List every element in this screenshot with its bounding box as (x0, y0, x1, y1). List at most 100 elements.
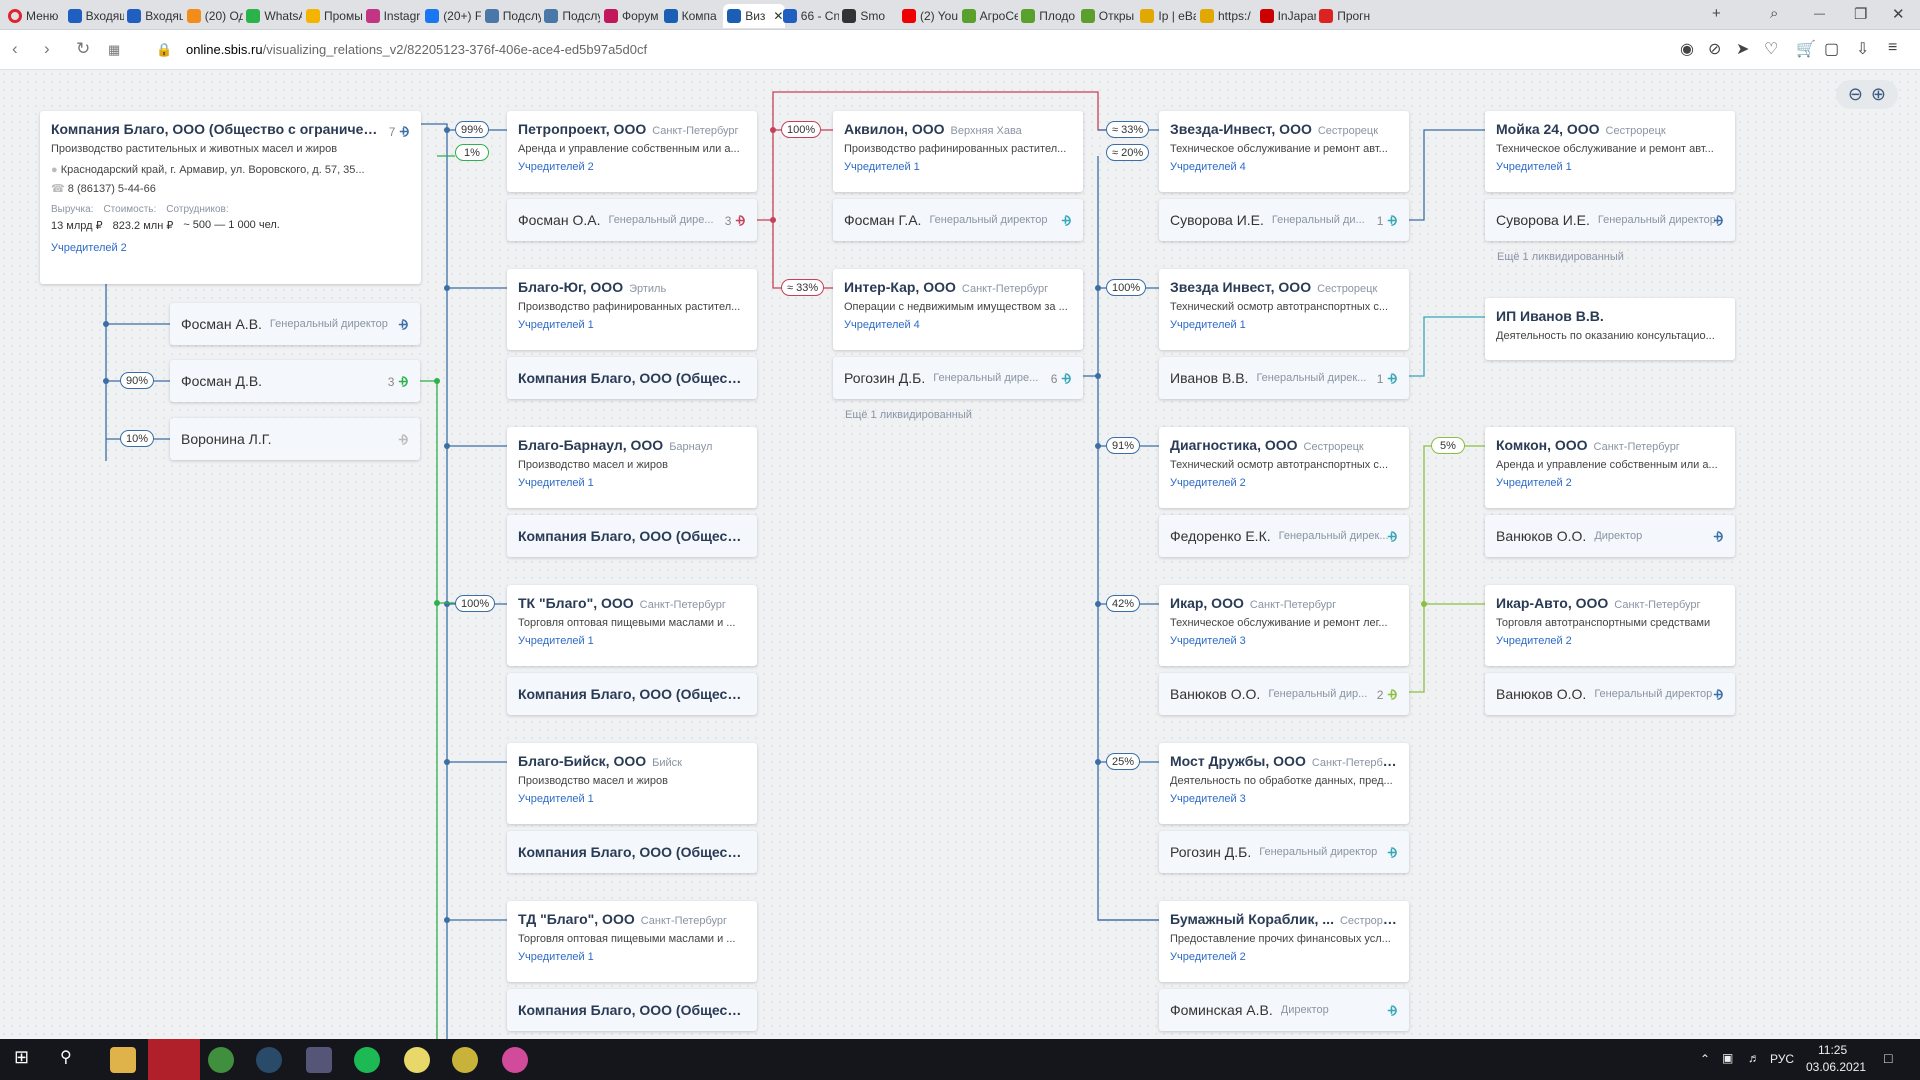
parent-company-name[interactable]: Компания Благо, ООО (Обществ... (518, 1002, 746, 1018)
company-name[interactable]: Благо-Бийск, ООО Бийск (518, 753, 746, 769)
calculator-icon[interactable] (306, 1047, 332, 1073)
person-card[interactable]: Фосман А.В. Генеральный директор ⨮ (170, 303, 420, 345)
chrome-icon[interactable] (208, 1047, 234, 1073)
founders-link[interactable]: Учредителей 2 (1496, 635, 1724, 647)
company-card[interactable]: Благо-Бийск, ООО Бийск Производство масел … (507, 743, 757, 824)
person-name[interactable]: Фосман А.В. (181, 316, 262, 332)
windows-start-icon[interactable]: ⊞ (14, 1047, 40, 1073)
company-card[interactable]: Комкон, ООО Санкт-Петербург Аренда и управ… (1485, 427, 1735, 508)
company-card[interactable]: Звезда-Инвест, ООО Сестрорецк Техническое … (1159, 111, 1409, 192)
minimize-icon[interactable]: — (1814, 8, 1825, 20)
parent-company-card[interactable]: Компания Благо, ООО (Обществ... (507, 989, 757, 1031)
browser-tab[interactable]: https:/ (1200, 4, 1256, 28)
person-name[interactable]: Воронина Л.Г. (181, 431, 272, 447)
company-name[interactable]: ТК "Благо", ООО Санкт-Петербург (518, 595, 746, 611)
parent-company-card[interactable]: Компания Благо, ООО (Обществ... (507, 357, 757, 399)
share-icon[interactable]: ⨮ (735, 212, 745, 229)
parent-company-card[interactable]: Компания Благо, ООО (Обществ... (507, 673, 757, 715)
company-name[interactable]: Диагностика, ООО Сестрорецк (1170, 437, 1398, 453)
forward-icon[interactable]: › (44, 39, 50, 59)
liquidated-note[interactable]: Ещё 1 ликвидированный (1497, 251, 1624, 263)
clock-time[interactable]: 11:25 (1818, 1043, 1847, 1057)
browser-tab[interactable]: Форум (604, 4, 660, 28)
browser-tab[interactable]: Промы (306, 4, 362, 28)
person-name[interactable]: Фосман Г.А. (844, 212, 921, 228)
browser-tab[interactable]: Компа (663, 4, 720, 28)
person-name[interactable]: Иванов В.В. (1170, 370, 1248, 386)
volume-icon[interactable]: ♬ (1748, 1051, 1760, 1065)
company-name[interactable]: Петропроект, ООО Санкт-Петербург (518, 121, 746, 137)
browser-tab[interactable]: Smo (842, 4, 898, 28)
browser-tab[interactable]: Подслу (544, 4, 600, 28)
person-card[interactable]: Фосман Д.В. 3 ⨮ (170, 360, 420, 402)
founders-link[interactable]: Учредителей 4 (1170, 161, 1398, 173)
browser-tab[interactable]: (20+) F (425, 4, 481, 28)
share-icon[interactable]: ⨮ (1713, 686, 1723, 703)
company-card[interactable]: Аквилон, ООО Верхняя Хава Производство раф… (833, 111, 1083, 192)
browser-tab[interactable]: Виз ✕ (723, 4, 786, 28)
browser-tab[interactable]: Входящ (67, 4, 124, 28)
camera-icon[interactable]: ◉ (1680, 39, 1694, 59)
browser-tab[interactable]: Откры (1080, 4, 1137, 28)
founders-link[interactable]: Учредителей 1 (1170, 319, 1398, 331)
share-icon[interactable]: ⨮ (1713, 212, 1723, 229)
browser-tab[interactable]: 66 - Cn (782, 4, 839, 28)
person-name[interactable]: Федоренко Е.К. (1170, 528, 1271, 544)
company-card[interactable]: ТК "Благо", ООО Санкт-Петербург Торговля о… (507, 585, 757, 666)
company-card[interactable]: Бумажный Кораблик, ... Сестрорецк Предоста… (1159, 901, 1409, 982)
language-indicator[interactable]: РУС (1770, 1052, 1794, 1066)
browser-tab[interactable]: Instagr (365, 4, 422, 28)
root-company-card[interactable]: Компания Благо, ООО (Общество с ограниче… (40, 111, 421, 284)
person-name[interactable]: Фосман О.А. (518, 212, 600, 228)
person-name[interactable]: Суворова И.Е. (1170, 212, 1264, 228)
person-card[interactable]: Суворова И.Е. Генеральный ди... 1 ⨮ (1159, 199, 1409, 241)
tray-arrow-icon[interactable]: ⌃ (1700, 1052, 1710, 1066)
new-tab-icon[interactable]: + (1712, 5, 1721, 22)
download-icon[interactable]: ⇩ (1856, 39, 1869, 59)
person-name[interactable]: Ванюков О.О. (1170, 686, 1260, 702)
person-card[interactable]: Ванюков О.О. Директор ⨮ (1485, 515, 1735, 557)
search-icon[interactable]: ⚲ (60, 1047, 86, 1073)
company-name[interactable]: Комкон, ООО Санкт-Петербург (1496, 437, 1724, 453)
parent-company-card[interactable]: Компания Благо, ООО (Обществ... (507, 515, 757, 557)
company-card[interactable]: Благо-Барнаул, ООО Барнаул Производство ма… (507, 427, 757, 508)
browser-tab[interactable]: Прогн (1319, 4, 1375, 28)
browser-tab[interactable]: Ip | eBa (1140, 4, 1196, 28)
root-company-name[interactable]: Компания Благо, ООО (Общество с ограниче… (51, 121, 381, 137)
browser-tab[interactable]: InJapan (1259, 4, 1316, 28)
founders-link[interactable]: Учредителей 4 (844, 319, 1072, 331)
send-icon[interactable]: ➤ (1736, 39, 1749, 59)
founders-link[interactable]: Учредителей 2 (1170, 477, 1398, 489)
share-icon[interactable]: ⨮ (1387, 528, 1397, 545)
opera-taskbar-icon[interactable] (148, 1039, 200, 1080)
founders-link[interactable]: Учредителей 3 (1170, 635, 1398, 647)
company-name[interactable]: Икар-Авто, ООО Санкт-Петербург (1496, 595, 1724, 611)
share-icon[interactable]: ⨮ (1061, 370, 1071, 387)
person-name[interactable]: Ванюков О.О. (1496, 686, 1586, 702)
file-explorer-icon[interactable] (110, 1047, 136, 1073)
person-card[interactable]: Фосман О.А. Генеральный дире... 3 ⨮ (507, 199, 757, 241)
url-text[interactable]: online.sbis.ru/visualizing_relations_v2/… (186, 42, 647, 57)
person-name[interactable]: Фосман Д.В. (181, 373, 262, 389)
share-icon[interactable]: ⨮ (1387, 370, 1397, 387)
root-founders-link[interactable]: Учредителей 2 (51, 242, 410, 254)
clock-date[interactable]: 03.06.2021 (1806, 1060, 1866, 1074)
founders-link[interactable]: Учредителей 3 (1170, 793, 1398, 805)
person-card[interactable]: Фосман Г.А. Генеральный директор ⨮ (833, 199, 1083, 241)
spotify-icon[interactable] (354, 1047, 380, 1073)
browser-tab[interactable]: Входящ (127, 4, 183, 28)
person-name[interactable]: Фоминская А.В. (1170, 1002, 1273, 1018)
heart-icon[interactable]: ♡ (1764, 39, 1778, 59)
company-card[interactable]: ИП Иванов В.В. Деятельность по оказанию к… (1485, 298, 1735, 360)
founders-link[interactable]: Учредителей 2 (518, 161, 746, 173)
browser-tab[interactable]: WhatsA (246, 4, 302, 28)
steam-icon[interactable] (256, 1047, 282, 1073)
person-card[interactable]: Ванюков О.О. Генеральный директор ⨮ (1485, 673, 1735, 715)
company-card[interactable]: Икар, ООО Санкт-Петербург Техническое обсл… (1159, 585, 1409, 666)
share-icon[interactable]: ⨮ (398, 431, 408, 448)
share-icon[interactable]: ⨮ (398, 316, 408, 333)
company-card[interactable]: Мойка 24, ООО Сестрорецк Техническое обслу… (1485, 111, 1735, 192)
person-card[interactable]: Федоренко Е.К. Генеральный дирек... ⨮ (1159, 515, 1409, 557)
share-icon[interactable]: ⨮ (1061, 212, 1071, 229)
close-window-icon[interactable]: ✕ (1892, 5, 1905, 23)
